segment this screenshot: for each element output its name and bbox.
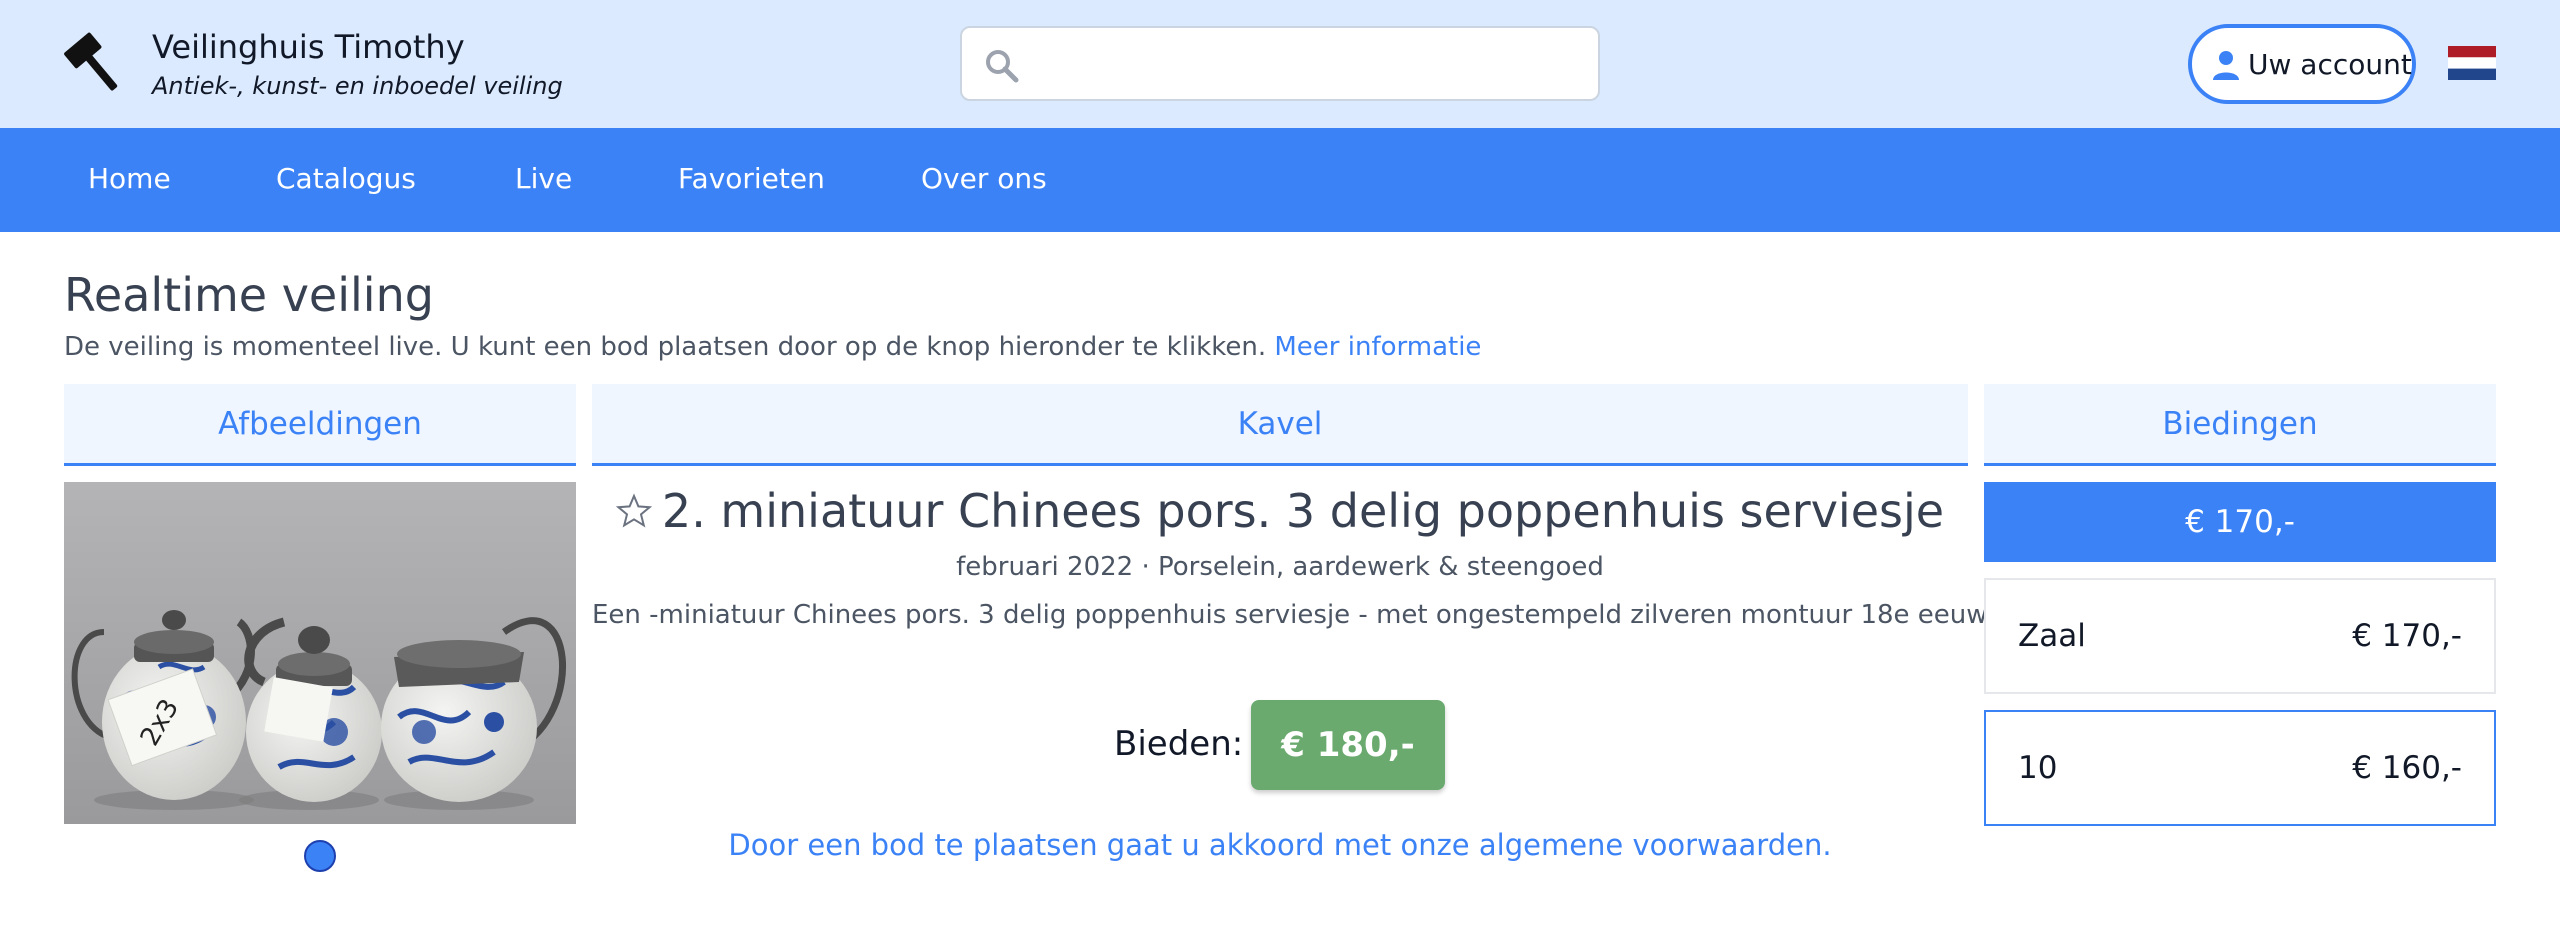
person-icon xyxy=(2213,51,2239,80)
bid-row: 10 € 160,- xyxy=(1984,710,2496,826)
bid-bidder: 10 xyxy=(2018,750,2058,786)
tab-afbeeldingen: Afbeeldingen xyxy=(64,384,576,466)
place-bid-button[interactable]: € 180,- xyxy=(1251,700,1445,790)
lot-meta: februari 2022 · Porselein, aardewerk & s… xyxy=(956,552,1604,582)
site-title[interactable]: Veilinghuis Timothy xyxy=(152,28,465,66)
more-info-link[interactable]: Meer informatie xyxy=(1274,332,1481,362)
tab-afbeeldingen-label: Afbeeldingen xyxy=(218,405,422,442)
main-nav: Home Catalogus Live Favorieten Over ons xyxy=(0,128,2560,232)
site-header: Veilinghuis Timothy Antiek-, kunst- en i… xyxy=(0,0,2560,128)
lot-image[interactable]: 2x3 xyxy=(64,482,576,824)
nav-over-ons[interactable]: Over ons xyxy=(921,162,1047,195)
intro-message: De veiling is momenteel live. U kunt een… xyxy=(64,332,1267,362)
bid-row: Zaal € 170,- xyxy=(1984,578,2496,694)
image-carousel-dot[interactable] xyxy=(304,840,336,872)
tab-biedingen-label: Biedingen xyxy=(2162,405,2318,442)
nav-home[interactable]: Home xyxy=(88,162,171,195)
tab-kavel-label: Kavel xyxy=(1237,405,1323,442)
search-box[interactable] xyxy=(960,26,1600,101)
star-icon[interactable] xyxy=(615,493,652,529)
account-button[interactable]: Uw account xyxy=(2188,24,2416,104)
bid-amount: € 160,- xyxy=(2352,750,2462,786)
tab-kavel: Kavel xyxy=(592,384,1968,466)
gavel-icon[interactable] xyxy=(60,30,130,100)
netherlands-flag-icon[interactable] xyxy=(2448,46,2496,80)
page-title: Realtime veiling xyxy=(64,268,434,322)
lot-title-text: 2. miniatuur Chinees pors. 3 delig poppe… xyxy=(661,484,1945,538)
lot-title: 2. miniatuur Chinees pors. 3 delig poppe… xyxy=(592,484,1968,538)
bid-bidder: Zaal xyxy=(2018,618,2086,654)
search-input[interactable] xyxy=(1034,40,1584,88)
site-subtitle: Antiek-, kunst- en inboedel veiling xyxy=(152,72,563,100)
intro-text: De veiling is momenteel live. U kunt een… xyxy=(64,332,1481,362)
lot-description: Een -miniatuur Chinees pors. 3 delig pop… xyxy=(592,600,1988,630)
account-label: Uw account xyxy=(2248,48,2412,81)
current-bid: € 170,- xyxy=(1984,482,2496,562)
nav-live[interactable]: Live xyxy=(515,162,572,195)
search-icon xyxy=(986,50,1019,83)
bid-label: Bieden: xyxy=(1114,724,1244,764)
nav-catalogus[interactable]: Catalogus xyxy=(276,162,416,195)
terms-link[interactable]: Door een bod te plaatsen gaat u akkoord … xyxy=(592,828,1968,862)
tab-biedingen: Biedingen xyxy=(1984,384,2496,466)
bid-amount: € 170,- xyxy=(2352,618,2462,654)
nav-favorieten[interactable]: Favorieten xyxy=(678,162,825,195)
